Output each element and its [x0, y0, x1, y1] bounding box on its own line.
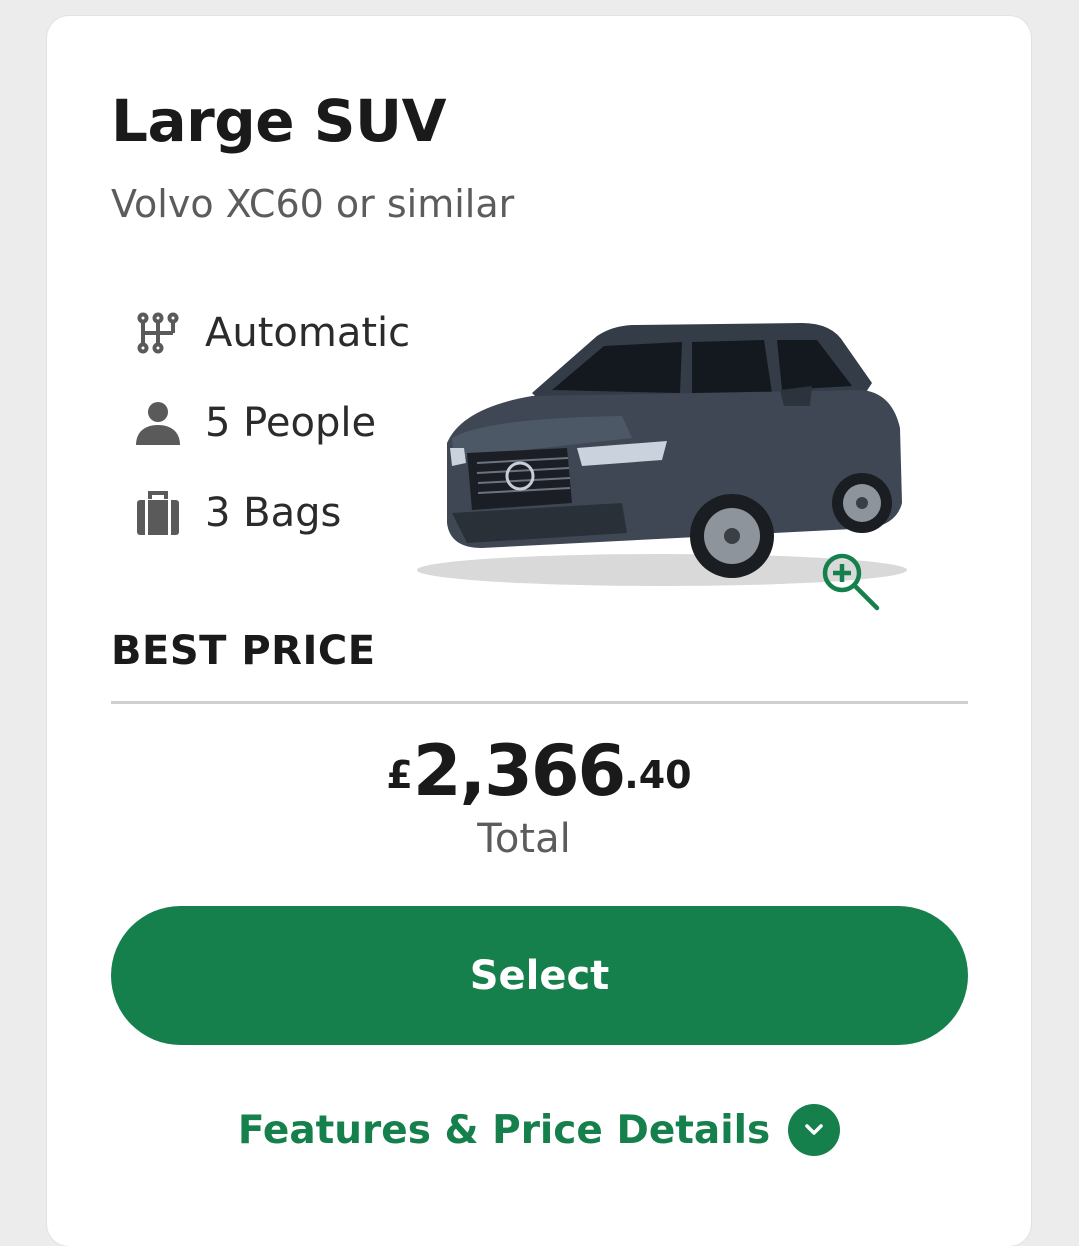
feature-capacity: 5 People — [133, 378, 410, 468]
feature-transmission: Automatic — [133, 288, 410, 378]
feature-label: Automatic — [205, 310, 411, 356]
best-price-label: BEST PRICE — [111, 628, 376, 674]
zoom-in-button[interactable] — [819, 550, 885, 616]
feature-luggage: 3 Bags — [133, 468, 410, 558]
price-main: 2,366 — [412, 730, 626, 812]
luggage-icon — [133, 488, 183, 538]
features-price-details-link[interactable]: Features & Price Details — [47, 1104, 1031, 1156]
price-currency: £ — [386, 753, 413, 797]
select-button[interactable]: Select — [111, 906, 968, 1045]
divider — [111, 701, 968, 704]
details-label: Features & Price Details — [237, 1107, 771, 1153]
chevron-down-icon — [788, 1104, 841, 1156]
price-decimals: .40 — [624, 753, 692, 797]
car-class-title: Large SUV — [111, 87, 447, 155]
total-label: Total — [477, 816, 571, 862]
car-model-subtitle: Volvo XC60 or similar — [111, 182, 515, 226]
feature-label: 5 People — [205, 400, 377, 446]
feature-label: 3 Bags — [205, 490, 342, 536]
gear-shift-icon — [133, 308, 183, 358]
person-icon — [133, 398, 183, 448]
car-offer-card: Large SUV Volvo XC60 or similar Automati… — [47, 16, 1031, 1246]
feature-list: Automatic 5 People 3 Bags — [133, 288, 410, 558]
zoom-in-icon — [822, 553, 880, 611]
